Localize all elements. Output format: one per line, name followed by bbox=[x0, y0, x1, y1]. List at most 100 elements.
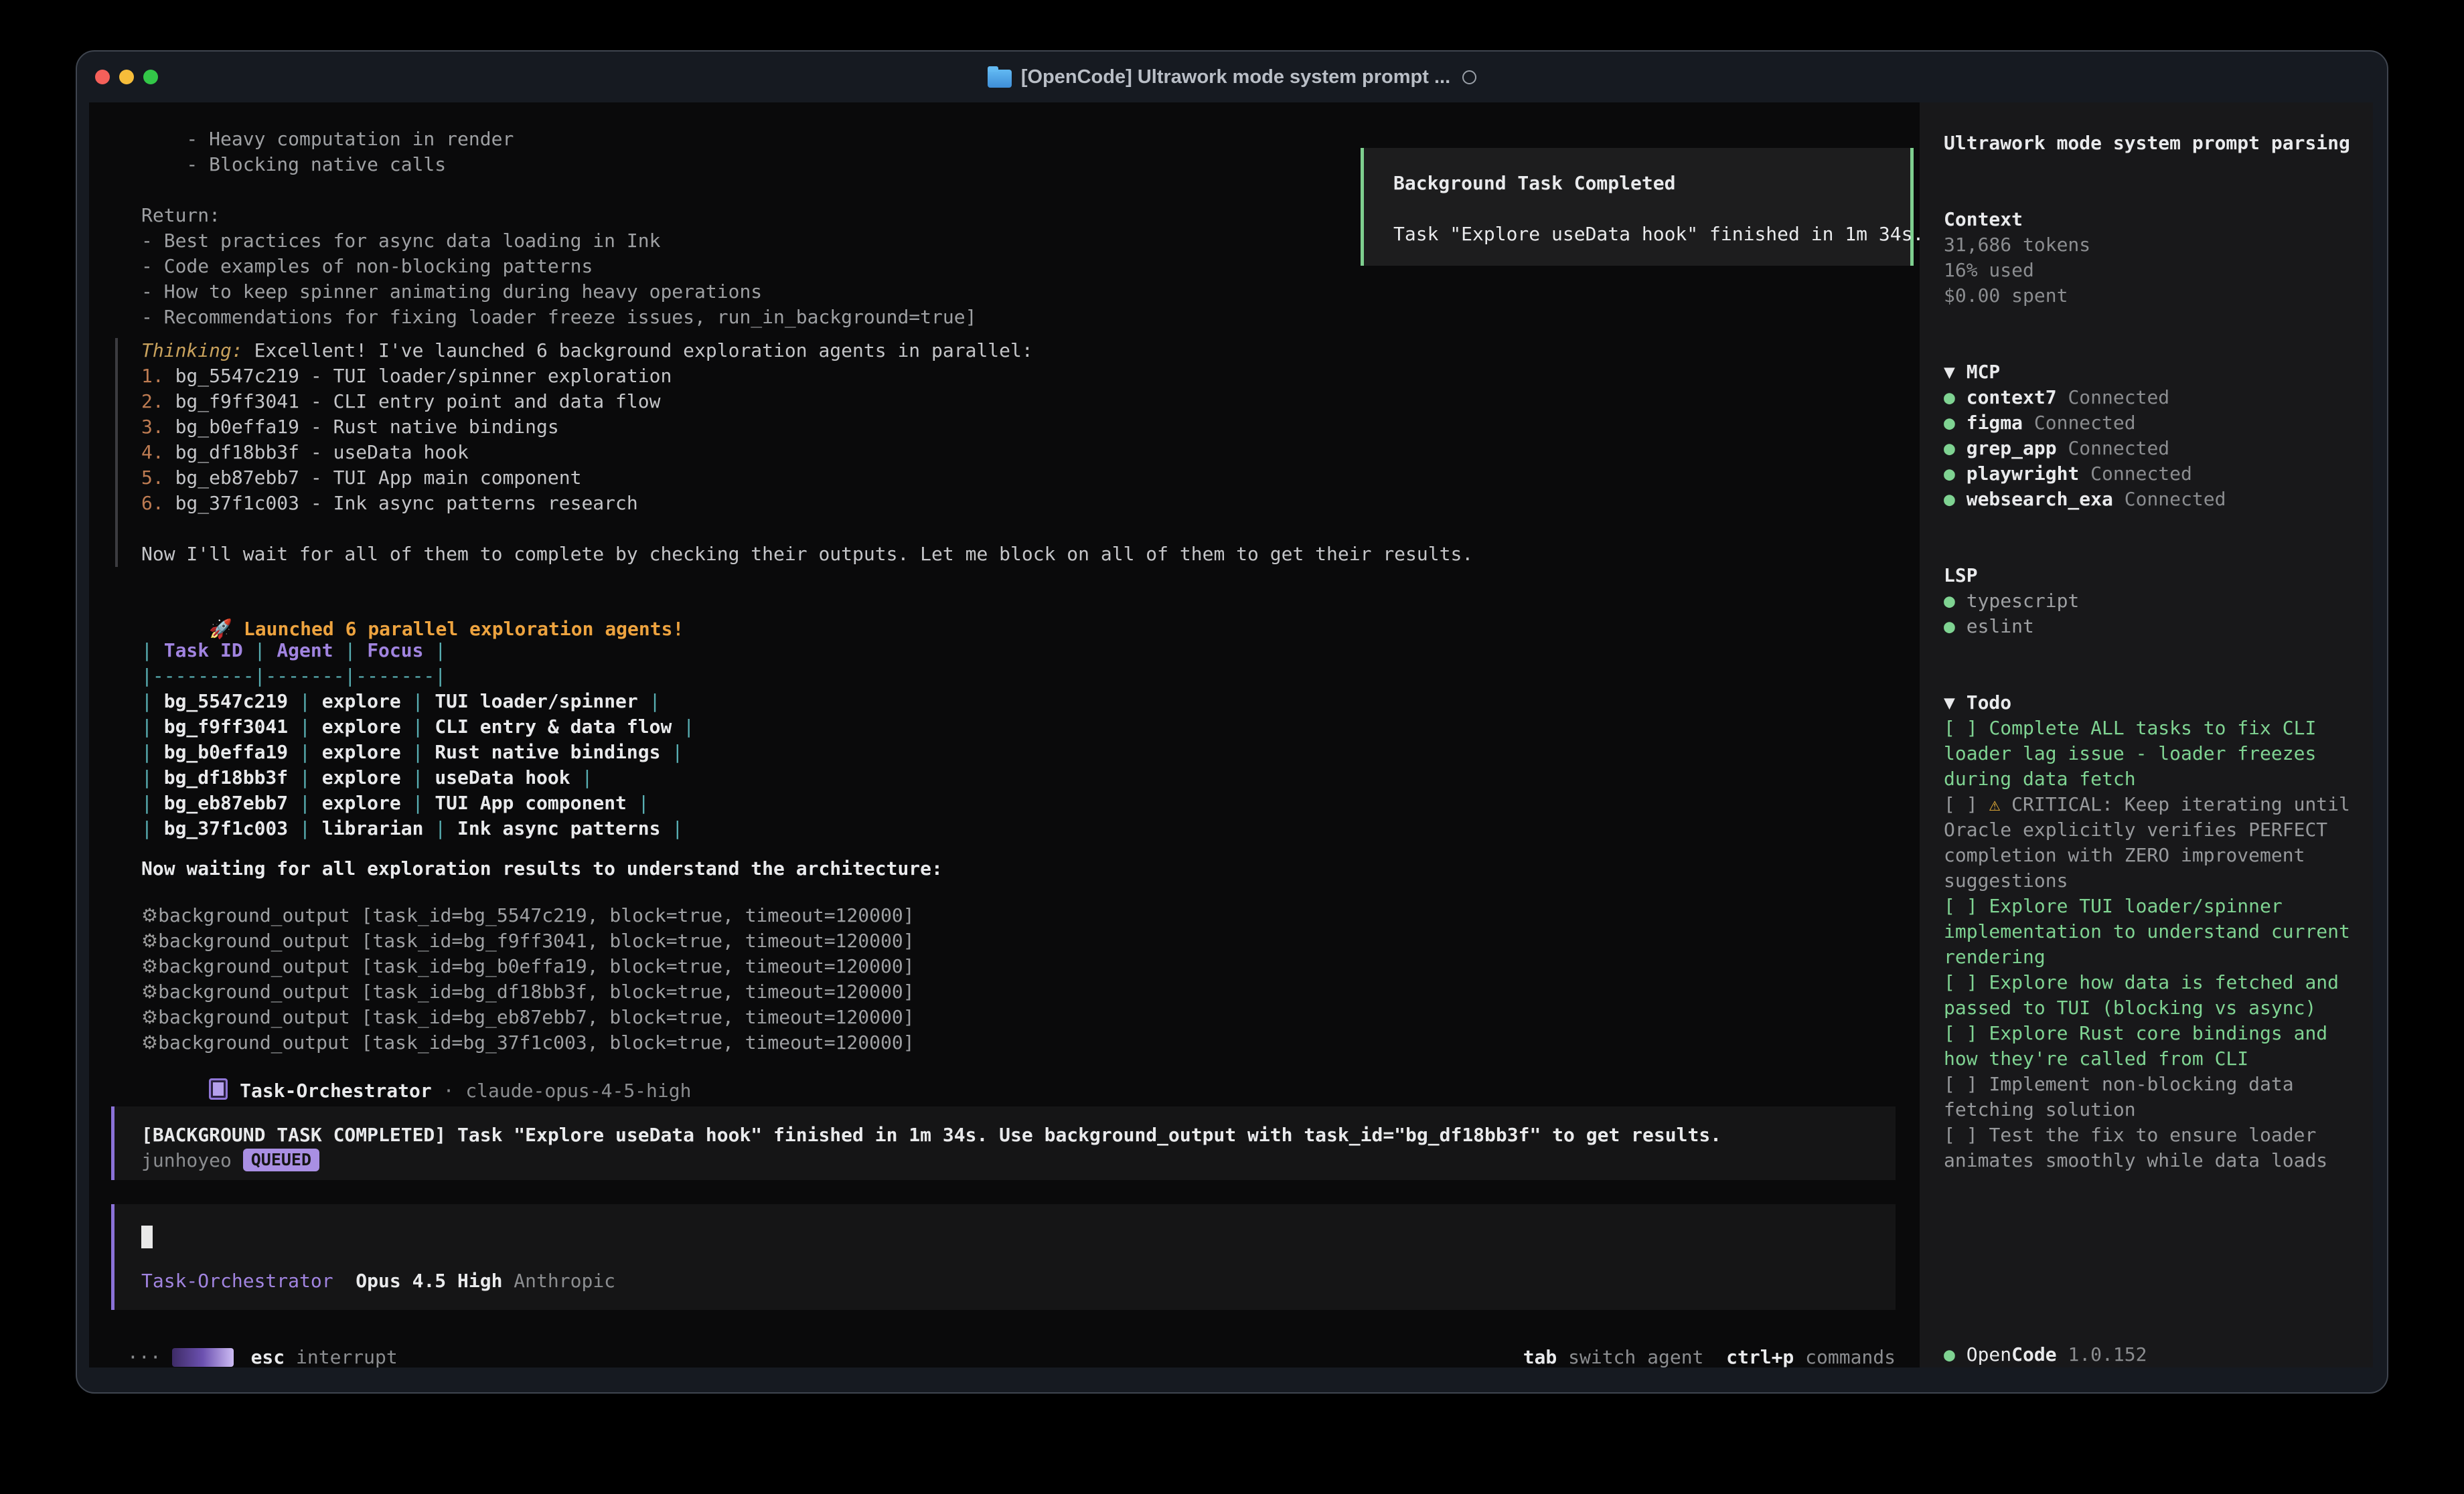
folder-icon bbox=[988, 70, 1012, 88]
close-button[interactable] bbox=[95, 70, 110, 84]
table-row: | bg_5547c219 | explore | TUI loader/spi… bbox=[141, 689, 694, 714]
sidebar-title: Ultrawork mode system prompt parsing bbox=[1944, 131, 2360, 156]
agent-model: claude-opus-4-5-high bbox=[465, 1080, 691, 1102]
todo-checkbox: [ ] bbox=[1944, 1073, 1989, 1095]
zoom-button[interactable] bbox=[143, 70, 158, 84]
tool-call-line: ⚙background_output [task_id=bg_b0effa19,… bbox=[141, 954, 915, 979]
mcp-heading[interactable]: ▼ MCP bbox=[1944, 359, 2360, 385]
gear-icon: ⚙ bbox=[141, 955, 158, 977]
app-window: [OpenCode] Ultrawork mode system prompt … bbox=[76, 50, 2388, 1394]
tool-call-line: ⚙background_output [task_id=bg_eb87ebb7,… bbox=[141, 1005, 915, 1030]
gear-icon: ⚙ bbox=[141, 904, 158, 926]
todo-item: [ ] Explore how data is fetched and pass… bbox=[1944, 970, 2360, 1021]
table-row: | bg_37f1c003 | librarian | Ink async pa… bbox=[141, 816, 694, 841]
todo-item: [ ] Implement non-blocking data fetching… bbox=[1944, 1072, 2360, 1123]
lsp-item: ● typescript bbox=[1944, 588, 2360, 614]
tool-call-line: ⚙background_output [task_id=bg_5547c219,… bbox=[141, 903, 915, 928]
output-line: Return: bbox=[141, 203, 976, 228]
todo-checkbox: [ ] bbox=[1944, 971, 1989, 993]
output-line bbox=[141, 177, 976, 203]
tool-call-line: ⚙background_output [task_id=bg_f9ff3041,… bbox=[141, 928, 915, 954]
sidebar: Ultrawork mode system prompt parsing Con… bbox=[1920, 102, 2373, 1367]
agent-name: Task-Orchestrator bbox=[240, 1080, 432, 1102]
background-task-notification[interactable]: Background Task Completed Task "Explore … bbox=[1361, 148, 1914, 266]
thinking-label: Thinking: bbox=[141, 339, 243, 361]
assistant-output-intro: - Heavy computation in render - Blocking… bbox=[141, 127, 976, 330]
table-separator-row: |---------|-------|-------| bbox=[141, 663, 694, 689]
queued-badge: QUEUED bbox=[243, 1149, 319, 1171]
thinking-agent-item: 4. bg_df18bb3f - useData hook bbox=[141, 440, 1473, 465]
collapse-triangle-icon[interactable]: ▼ bbox=[1944, 691, 1967, 714]
background-task-message: [BACKGROUND TASK COMPLETED] Task "Explor… bbox=[141, 1123, 1875, 1148]
table-row: | bg_eb87ebb7 | explore | TUI App compon… bbox=[141, 791, 694, 816]
thinking-agent-list: 1. bg_5547c219 - TUI loader/spinner expl… bbox=[141, 363, 1473, 516]
output-line: - Best practices for async data loading … bbox=[141, 228, 976, 254]
text-cursor bbox=[141, 1226, 153, 1248]
input-model[interactable]: Opus 4.5 High bbox=[333, 1270, 503, 1292]
output-line: - Blocking native calls bbox=[141, 152, 976, 177]
table-row: | bg_b0effa19 | explore | Rust native bi… bbox=[141, 740, 694, 765]
background-task-message-box: [BACKGROUND TASK COMPLETED] Task "Explor… bbox=[111, 1106, 1896, 1180]
todo-checkbox: [ ] bbox=[1944, 793, 1989, 815]
context-stat-line: $0.00 spent bbox=[1944, 283, 2360, 309]
todo-item: [ ] Test the fix to ensure loader animat… bbox=[1944, 1123, 2360, 1173]
thinking-block: Thinking: Excellent! I've launched 6 bac… bbox=[115, 338, 1473, 567]
status-dot-icon: ● bbox=[1944, 615, 1967, 637]
status-bar-right: tab switch agent ctrl+p commands bbox=[1523, 1345, 1896, 1370]
warning-icon: ⚠ bbox=[1989, 793, 2011, 815]
todo-item: [ ] ⚠ CRITICAL: Keep iterating until Ora… bbox=[1944, 792, 2360, 894]
mcp-list: ● context7 Connected● figma Connected● g… bbox=[1944, 385, 2360, 512]
traffic-lights bbox=[95, 52, 158, 102]
tool-call-line: ⚙background_output [task_id=bg_37f1c003,… bbox=[141, 1030, 915, 1056]
output-line: - Heavy computation in render bbox=[141, 127, 976, 152]
agent-icon bbox=[209, 1078, 228, 1100]
esc-key-hint: esc bbox=[251, 1346, 285, 1368]
gear-icon: ⚙ bbox=[141, 930, 158, 952]
gear-icon: ⚙ bbox=[141, 1031, 158, 1054]
status-dot-icon: ● bbox=[1944, 386, 1967, 408]
terminal-main-pane: - Heavy computation in render - Blocking… bbox=[89, 102, 1920, 1367]
prompt-input-box[interactable]: Task-Orchestrator Opus 4.5 High Anthropi… bbox=[111, 1204, 1896, 1310]
tool-call-line: ⚙background_output [task_id=bg_df18bb3f,… bbox=[141, 979, 915, 1005]
tab-key-hint: tab bbox=[1523, 1346, 1557, 1368]
table-row: | bg_df18bb3f | explore | useData hook | bbox=[141, 765, 694, 791]
status-dot-icon: ● bbox=[1944, 488, 1967, 510]
tool-call-list: ⚙background_output [task_id=bg_5547c219,… bbox=[141, 903, 915, 1056]
unsaved-indicator-icon bbox=[1462, 70, 1476, 84]
thinking-agent-item: 3. bg_b0effa19 - Rust native bindings bbox=[141, 414, 1473, 440]
todo-checkbox: [ ] bbox=[1944, 717, 1989, 739]
todo-checkbox: [ ] bbox=[1944, 1124, 1989, 1146]
input-agent-name[interactable]: Task-Orchestrator bbox=[141, 1270, 333, 1292]
ctrlp-key-hint: ctrl+p bbox=[1703, 1346, 1794, 1368]
input-agent-line: Task-Orchestrator Opus 4.5 High Anthropi… bbox=[141, 1268, 1875, 1294]
todo-heading[interactable]: ▼ Todo bbox=[1944, 690, 2360, 716]
context-stat-line: 16% used bbox=[1944, 258, 2360, 283]
status-dot-icon: ● bbox=[1944, 1343, 1967, 1365]
app-version-footer: ● OpenCode 1.0.152 bbox=[1944, 1342, 2147, 1367]
todo-item: [ ] Complete ALL tasks to fix CLI loader… bbox=[1944, 716, 2360, 792]
progress-spinner bbox=[172, 1348, 234, 1367]
context-stats: 31,686 tokens16% used$0.00 spent bbox=[1944, 232, 2360, 309]
thinking-intro: Excellent! I've launched 6 background ex… bbox=[243, 339, 1033, 361]
thinking-agent-item: 6. bg_37f1c003 - Ink async patterns rese… bbox=[141, 491, 1473, 516]
status-bar: ··· esc interrupt tab switch agent ctrl+… bbox=[89, 1345, 1920, 1370]
status-dot-icon: ● bbox=[1944, 463, 1967, 485]
queue-user: junhoyeo bbox=[141, 1149, 243, 1171]
status-dot-icon: ● bbox=[1944, 412, 1967, 434]
lsp-heading: LSP bbox=[1944, 563, 2360, 588]
context-heading: Context bbox=[1944, 207, 2360, 232]
thinking-outro: Now I'll wait for all of them to complet… bbox=[141, 542, 1473, 567]
todo-checkbox: [ ] bbox=[1944, 1022, 1989, 1044]
gear-icon: ⚙ bbox=[141, 981, 158, 1003]
output-line: - How to keep spinner animating during h… bbox=[141, 279, 976, 305]
collapse-triangle-icon[interactable]: ▼ bbox=[1944, 361, 1967, 383]
spinner-dots: ··· bbox=[127, 1345, 161, 1370]
context-stat-line: 31,686 tokens bbox=[1944, 232, 2360, 258]
todo-checkbox: [ ] bbox=[1944, 895, 1989, 917]
rocket-icon: 🚀 bbox=[209, 618, 232, 640]
window-title: [OpenCode] Ultrawork mode system prompt … bbox=[1021, 66, 1450, 88]
minimize-button[interactable] bbox=[119, 70, 134, 84]
output-line: - Recommendations for fixing loader free… bbox=[141, 305, 976, 330]
title-bar[interactable]: [OpenCode] Ultrawork mode system prompt … bbox=[77, 52, 2387, 102]
mcp-item: ● grep_app Connected bbox=[1944, 436, 2360, 461]
